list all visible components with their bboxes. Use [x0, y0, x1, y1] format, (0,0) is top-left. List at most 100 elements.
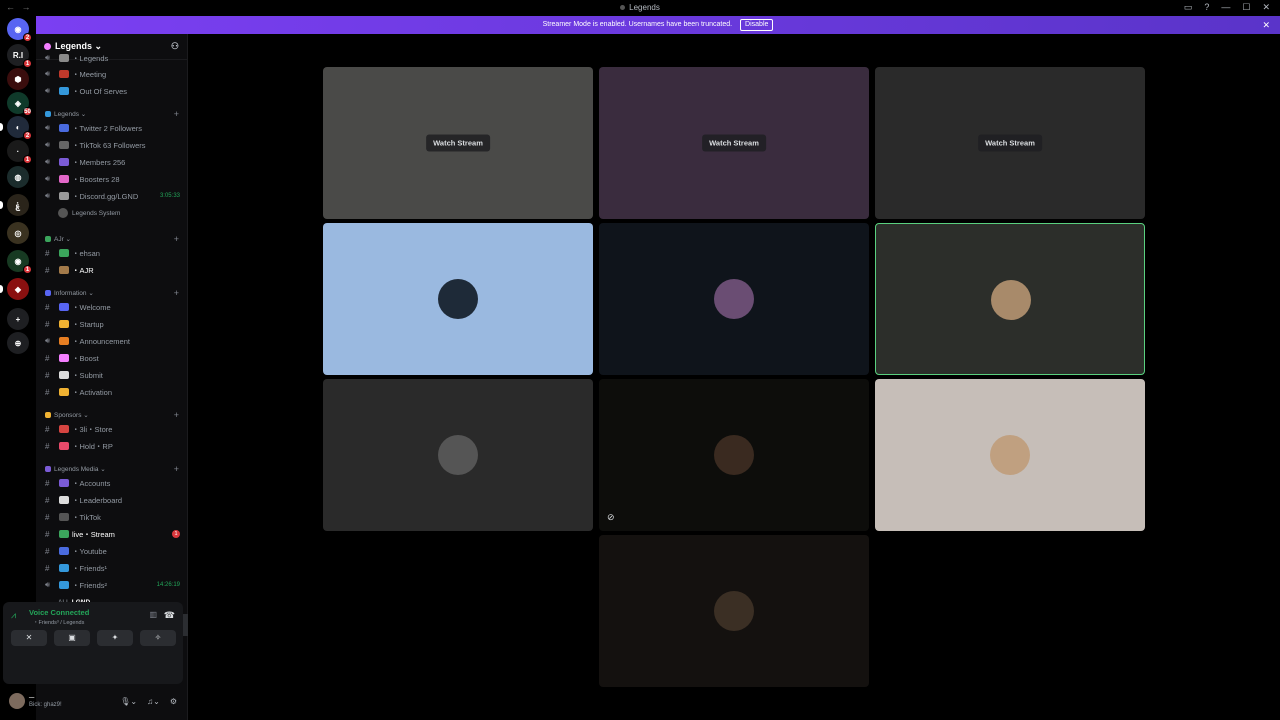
category-name: Information ⌄: [54, 290, 94, 297]
channel-emoji-icon: [59, 192, 69, 200]
minimize-button[interactable]: —: [1221, 2, 1230, 13]
user-info[interactable]: ـــ Bick: ghaz9!: [29, 693, 62, 709]
disconnect-icon[interactable]: ☎: [164, 610, 175, 621]
category-ajr[interactable]: AJr ⌄ +: [36, 232, 188, 246]
server-icon[interactable]: ◎: [7, 222, 29, 244]
headphones-icon[interactable]: ♫⌄: [147, 697, 160, 706]
channel-item[interactable]: 🔊︎ ・Discord.gg/LGND 3:05:33: [36, 188, 188, 204]
add-server-icon[interactable]: +: [7, 308, 29, 330]
server-icon[interactable]: ◈ 50: [7, 92, 32, 116]
channel-emoji-icon: [59, 175, 69, 183]
channel-item[interactable]: # ・Friends¹: [36, 560, 188, 576]
stream-tile[interactable]: Watch Stream: [875, 67, 1145, 219]
server-label: ⊕: [14, 338, 22, 348]
create-channel-icon[interactable]: +: [174, 410, 179, 420]
create-channel-icon[interactable]: +: [174, 464, 179, 474]
channel-item[interactable]: # ・Activation: [36, 384, 188, 400]
noise-suppression-icon[interactable]: ▥: [149, 610, 157, 619]
participant-tile[interactable]: [323, 223, 593, 375]
channel-item[interactable]: # ・Leaderboard: [36, 492, 188, 508]
participant-tile[interactable]: [875, 379, 1145, 531]
category-information[interactable]: Information ⌄ +: [36, 286, 188, 300]
watch-stream-button[interactable]: Watch Stream: [426, 134, 490, 152]
category-legends-media[interactable]: Legends Media ⌄ +: [36, 462, 188, 476]
server-icon[interactable]: ۼ: [7, 194, 29, 216]
channel-item[interactable]: # ・Hold・RP: [36, 438, 188, 454]
help-icon[interactable]: ?: [1204, 2, 1209, 13]
settings-gear-icon[interactable]: ⚙: [170, 697, 177, 706]
participant-tile[interactable]: [875, 223, 1145, 375]
camera-button[interactable]: ✕: [11, 630, 47, 646]
channel-item[interactable]: 🔊︎ ・Announcement: [36, 333, 188, 349]
activities-button[interactable]: ✦: [97, 630, 133, 646]
participant-tile[interactable]: [599, 535, 869, 687]
channel-name: ・Members 256: [72, 157, 126, 167]
mention-badge: 2: [23, 33, 32, 42]
channel-item[interactable]: 🔊︎ ・Members 256: [36, 154, 188, 170]
stream-tile[interactable]: Watch Stream: [323, 67, 593, 219]
participant-tile[interactable]: ⊘: [599, 379, 869, 531]
channel-item[interactable]: # live・Stream 1: [36, 526, 188, 542]
channel-item[interactable]: 🔊︎ ・Twitter 2 Followers: [36, 120, 188, 136]
voice-user[interactable]: Legends System: [58, 206, 120, 220]
window-title: Legends: [0, 3, 1280, 12]
server-icon[interactable]: ◐ 2: [7, 116, 32, 140]
channel-name: ・Friends²: [72, 580, 108, 590]
microphone-icon[interactable]: 🎙︎⌄: [120, 697, 137, 706]
channel-item[interactable]: # ・AJR: [36, 262, 188, 278]
avatar[interactable]: [9, 693, 25, 709]
category-name: Sponsors ⌄: [54, 412, 89, 419]
channel-item[interactable]: # ・Welcome: [36, 299, 188, 315]
category-icon: [45, 236, 51, 242]
category-legends[interactable]: Legends ⌄ +: [36, 107, 188, 121]
server-icon[interactable]: ◉ 2: [7, 18, 32, 42]
channel-item[interactable]: # ・Startup: [36, 316, 188, 332]
channel-item[interactable]: # ・Youtube: [36, 543, 188, 559]
channel-item[interactable]: 🔊︎ ・Boosters 28: [36, 171, 188, 187]
voice-status[interactable]: Voice Connected: [29, 608, 89, 617]
channel-item[interactable]: 🔊︎ ・Meeting: [36, 66, 188, 82]
create-channel-icon[interactable]: +: [174, 234, 179, 244]
maximize-button[interactable]: ☐: [1242, 2, 1250, 13]
disable-streamer-button[interactable]: Disable: [740, 19, 774, 31]
server-icon[interactable]: ◉ 1: [7, 250, 32, 274]
server-icon[interactable]: ◍: [7, 166, 29, 188]
muted-mic-icon: ⊘: [607, 512, 615, 522]
server-icon[interactable]: ⬢: [7, 68, 29, 90]
close-window-button[interactable]: ✕: [1262, 2, 1270, 13]
server-icon[interactable]: R.I 1: [7, 44, 32, 68]
participant-tile[interactable]: [323, 379, 593, 531]
category-sponsors[interactable]: Sponsors ⌄ +: [36, 408, 188, 422]
channel-item[interactable]: 🔊︎ ・TikTok 63 Followers: [36, 137, 188, 153]
avatar: [714, 279, 754, 319]
channel-item[interactable]: # ・Accounts: [36, 475, 188, 491]
channel-item[interactable]: # ・TikTok: [36, 509, 188, 525]
watch-stream-button[interactable]: Watch Stream: [978, 134, 1042, 152]
stream-tile[interactable]: Watch Stream: [599, 67, 869, 219]
discover-icon[interactable]: ⊕: [7, 332, 29, 354]
server-icon[interactable]: · 1: [7, 140, 32, 164]
screen-share-button[interactable]: ▣: [54, 630, 90, 646]
soundboard-button[interactable]: ✧: [140, 630, 176, 646]
channel-item[interactable]: # ・Submit: [36, 367, 188, 383]
watch-stream-button[interactable]: Watch Stream: [702, 134, 766, 152]
signal-icon[interactable]: ⩘: [11, 610, 16, 621]
channel-item[interactable]: # ・Boost: [36, 350, 188, 366]
channel-item[interactable]: # ・ehsan: [36, 245, 188, 261]
create-channel-icon[interactable]: +: [174, 109, 179, 119]
channel-item[interactable]: # ・3li・Store: [36, 421, 188, 437]
channel-item[interactable]: 🔊︎ ・Legends: [36, 50, 188, 66]
inbox-icon[interactable]: ▭: [1184, 2, 1193, 13]
create-channel-icon[interactable]: +: [174, 288, 179, 298]
channel-name: ・TikTok 63 Followers: [72, 140, 146, 150]
channel-item[interactable]: 🔊︎ ・Friends² 14:26:19: [36, 577, 188, 593]
channel-emoji-icon: [59, 87, 69, 95]
avatar: [438, 279, 478, 319]
channel-item[interactable]: 🔊︎ ・Out Of Serves: [36, 83, 188, 99]
participant-tile[interactable]: [599, 223, 869, 375]
close-banner-icon[interactable]: ✕: [1262, 16, 1270, 34]
server-icon[interactable]: ◆: [7, 278, 29, 300]
voice-channel[interactable]: ・Friends³ / Legends: [33, 618, 84, 626]
channel-name: ・Hold・RP: [72, 441, 113, 451]
channel-name: ・Submit: [72, 370, 103, 380]
